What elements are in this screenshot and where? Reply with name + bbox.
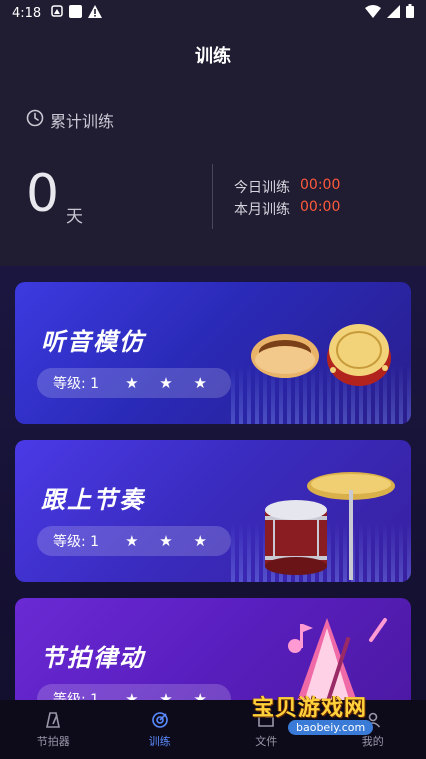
today-training-row: 今日训练 00:00: [234, 177, 340, 197]
level-badge: 等级: 1 ★ ★ ★: [37, 368, 231, 398]
battery-icon: [406, 4, 414, 22]
total-training-label: 累计训练: [26, 108, 114, 132]
tab-label: 训练: [148, 734, 171, 748]
star-rating-icon: ★ ★ ★: [125, 690, 215, 700]
level-badge: 等级: 1 ★ ★ ★: [37, 684, 231, 700]
star-rating-icon: ★ ★ ★: [125, 374, 215, 392]
card-title: 节拍律动: [41, 644, 145, 672]
star-rating-icon: ★ ★ ★: [125, 532, 215, 550]
total-days-value: 0: [26, 164, 60, 224]
photo-notification-icon: [51, 5, 63, 21]
month-training-row: 本月训练 00:00: [234, 199, 340, 219]
stats-divider: [212, 164, 213, 229]
target-icon: [151, 711, 168, 728]
status-time: 4:18: [12, 5, 42, 21]
drum-cymbal-icon: [265, 472, 395, 580]
status-right: [365, 4, 414, 22]
tab-label: 节拍器: [36, 734, 70, 748]
month-training-label: 本月训练: [234, 202, 290, 218]
level-text: 等级: 1: [53, 534, 100, 550]
today-training-label: 今日训练: [234, 180, 290, 196]
total-days-unit: 天: [66, 207, 83, 227]
level-badge: 等级: 1 ★ ★ ★: [37, 526, 231, 556]
card-follow-rhythm[interactable]: 跟上节奏 等级: 1 ★ ★ ★: [15, 440, 411, 582]
level-text: 等级: 1: [53, 376, 100, 392]
metronome-music-note-icon: [288, 618, 387, 700]
card-title: 跟上节奏: [41, 486, 145, 514]
tab-training[interactable]: 训练: [107, 700, 214, 759]
training-summary-header: 训练 累计训练 0 天 今日训练 00:00 本月训练 00:00: [0, 26, 426, 266]
watermark-url: baobeiy.com: [288, 720, 374, 735]
tab-metronome[interactable]: 节拍器: [0, 700, 107, 759]
clock-icon: [26, 109, 44, 131]
page-title: 训练: [195, 46, 231, 67]
signal-icon: [387, 4, 400, 22]
shell-drum-icon: [251, 324, 391, 386]
metronome-icon: [46, 711, 61, 728]
month-training-value: 00:00: [300, 199, 341, 215]
status-bar: 4:18: [0, 0, 426, 26]
level-text: 等级: 1: [53, 692, 100, 700]
today-training-value: 00:00: [300, 177, 341, 193]
total-training-text: 累计训练: [50, 112, 115, 131]
watermark-title: 宝贝游戏网: [252, 696, 368, 721]
wifi-icon: [365, 4, 381, 22]
card-title: 听音模仿: [41, 328, 145, 356]
card-beat-groove[interactable]: 节拍律动 等级: 1 ★ ★ ★: [15, 598, 411, 700]
warning-icon: [88, 4, 103, 22]
card-listen-imitate[interactable]: 听音模仿 等级: 1 ★ ★ ★: [15, 282, 411, 424]
site-watermark: 宝贝游戏网 baobeiy.com: [252, 690, 394, 740]
training-card-list[interactable]: 听音模仿 等级: 1 ★ ★ ★ 跟上节奏 等级: 1 ★ ★ ★ 节拍律动 等…: [0, 266, 426, 700]
square-notification-icon: [69, 4, 83, 22]
